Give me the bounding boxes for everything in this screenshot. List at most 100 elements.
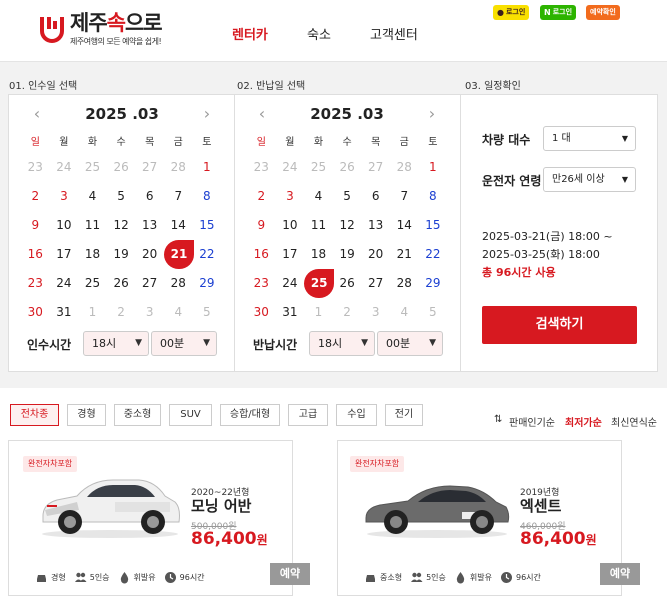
calendar-day[interactable]: 18 — [304, 240, 333, 269]
calendar-day[interactable]: 19 — [333, 240, 362, 269]
calendar-day[interactable]: 22 — [419, 240, 448, 269]
logo-title[interactable]: 제주속으로 — [70, 7, 163, 37]
calendar-day[interactable]: 5 — [333, 182, 362, 211]
calendar-day[interactable]: 6 — [135, 182, 164, 211]
calendar-day[interactable]: 15 — [193, 211, 222, 240]
calendar-day[interactable]: 27 — [361, 269, 390, 298]
calendar-day[interactable]: 6 — [361, 182, 390, 211]
weekday-label: 금 — [399, 137, 409, 148]
reserve-check-button[interactable]: 예약확인 — [586, 5, 620, 20]
calendar-day[interactable]: 28 — [164, 269, 193, 298]
calendar-day[interactable]: 29 — [419, 269, 448, 298]
calendar-day[interactable]: 28 — [390, 269, 419, 298]
calendar-day[interactable]: 7 — [164, 182, 193, 211]
calendar-day[interactable]: 25 — [304, 269, 335, 298]
calendar-day[interactable]: 14 — [164, 211, 193, 240]
sort-lowest-price[interactable]: 최저가순 — [565, 414, 602, 429]
prev-month-icon[interactable]: ‹ — [252, 104, 272, 123]
calendar-day[interactable]: 3 — [276, 182, 305, 211]
calendar-day[interactable]: 31 — [50, 298, 79, 327]
calendar-day[interactable]: 20 — [135, 240, 164, 269]
search-button[interactable]: 검색하기 — [482, 306, 637, 344]
sort-popular[interactable]: 판매인기순 — [509, 414, 555, 429]
calendar-day[interactable]: 20 — [361, 240, 390, 269]
filter-import[interactable]: 수입 — [336, 404, 377, 426]
calendar-day[interactable]: 24 — [50, 269, 79, 298]
calendar-day[interactable]: 23 — [247, 269, 276, 298]
calendar-day[interactable]: 30 — [21, 298, 50, 327]
calendar-day[interactable]: 16 — [21, 240, 50, 269]
calendar-day[interactable]: 13 — [135, 211, 164, 240]
calendar-day[interactable]: 17 — [276, 240, 305, 269]
reserve-button[interactable]: 예약 — [600, 563, 640, 585]
reserve-button[interactable]: 예약 — [270, 563, 310, 585]
calendar-day[interactable]: 10 — [50, 211, 79, 240]
people-icon — [411, 572, 423, 582]
calendar-day[interactable]: 18 — [78, 240, 107, 269]
calendar-day[interactable]: 19 — [107, 240, 136, 269]
calendar-day[interactable]: 17 — [50, 240, 79, 269]
calendar-day[interactable]: 21 — [390, 240, 419, 269]
calendar-day[interactable]: 4 — [78, 182, 107, 211]
nav-rentcar[interactable]: 렌터카 — [232, 24, 268, 43]
pickup-hour-select[interactable]: 18시 ▼ — [83, 331, 149, 356]
spec-class: 경형 — [35, 571, 66, 584]
calendar-day[interactable]: 16 — [247, 240, 276, 269]
calendar-day[interactable]: 29 — [193, 269, 222, 298]
naver-login-button[interactable]: N 로그인 — [540, 5, 577, 20]
filter-van-large[interactable]: 승합/대형 — [220, 404, 280, 426]
calendar-day[interactable]: 2 — [247, 182, 276, 211]
calendar-day[interactable]: 4 — [304, 182, 333, 211]
calendar-day[interactable]: 15 — [419, 211, 448, 240]
clock-icon — [164, 572, 176, 583]
calendar-day[interactable]: 5 — [107, 182, 136, 211]
calendar-day[interactable]: 26 — [107, 269, 136, 298]
calendar-day[interactable]: 8 — [419, 182, 448, 211]
pickup-minute-select[interactable]: 00분 ▼ — [151, 331, 217, 356]
next-month-icon[interactable]: › — [197, 104, 217, 123]
nav-customer-center[interactable]: 고객센터 — [370, 24, 418, 43]
filter-electric[interactable]: 전기 — [385, 404, 423, 426]
calendar-day[interactable]: 11 — [304, 211, 333, 240]
calendar-day[interactable]: 14 — [390, 211, 419, 240]
calendar-day[interactable]: 27 — [135, 269, 164, 298]
filter-premium[interactable]: 고급 — [288, 404, 328, 426]
calendar-day[interactable]: 26 — [333, 269, 362, 298]
filter-compact[interactable]: 경형 — [67, 404, 106, 426]
calendar-day[interactable]: 30 — [247, 298, 276, 327]
filter-small-mid[interactable]: 중소형 — [114, 404, 161, 426]
calendar-day[interactable]: 24 — [276, 269, 305, 298]
return-hour-select[interactable]: 18시 ▼ — [309, 331, 375, 356]
nav-lodging[interactable]: 숙소 — [307, 24, 331, 43]
weekday-label: 금 — [173, 137, 183, 148]
prev-month-icon[interactable]: ‹ — [27, 104, 47, 123]
calendar-day[interactable]: 9 — [21, 211, 50, 240]
calendar-day[interactable]: 11 — [78, 211, 107, 240]
calendar-day[interactable]: 9 — [247, 211, 276, 240]
calendar-day[interactable]: 1 — [193, 153, 222, 182]
calendar-day[interactable]: 13 — [361, 211, 390, 240]
next-month-icon[interactable]: › — [422, 104, 442, 123]
return-minute-select[interactable]: 00분 ▼ — [377, 331, 443, 356]
calendar-day[interactable]: 25 — [78, 269, 107, 298]
filter-all[interactable]: 전차종 — [10, 404, 59, 426]
calendar-day: 5 — [203, 305, 211, 319]
kakao-login-button[interactable]: ● 로그인 — [493, 5, 530, 20]
calendar-day[interactable]: 23 — [21, 269, 50, 298]
calendar-day[interactable]: 1 — [419, 153, 448, 182]
calendar-day[interactable]: 7 — [390, 182, 419, 211]
filter-suv[interactable]: SUV — [169, 404, 212, 426]
calendar-day[interactable]: 8 — [193, 182, 222, 211]
car-count-select[interactable]: 1 대 ▼ — [543, 126, 636, 151]
calendar-day[interactable]: 3 — [50, 182, 79, 211]
calendar-day[interactable]: 2 — [21, 182, 50, 211]
calendar-day[interactable]: 21 — [163, 240, 194, 269]
calendar-day[interactable]: 12 — [333, 211, 362, 240]
calendar-day[interactable]: 12 — [107, 211, 136, 240]
calendar-day[interactable]: 31 — [276, 298, 305, 327]
calendar-day[interactable]: 10 — [276, 211, 305, 240]
calendar-day[interactable]: 22 — [193, 240, 222, 269]
sort-newest[interactable]: 최신연식순 — [611, 414, 657, 429]
confirm-section-label: 03. 일정확인 — [465, 81, 521, 92]
driver-age-select[interactable]: 만26세 이상 ▼ — [543, 167, 636, 192]
